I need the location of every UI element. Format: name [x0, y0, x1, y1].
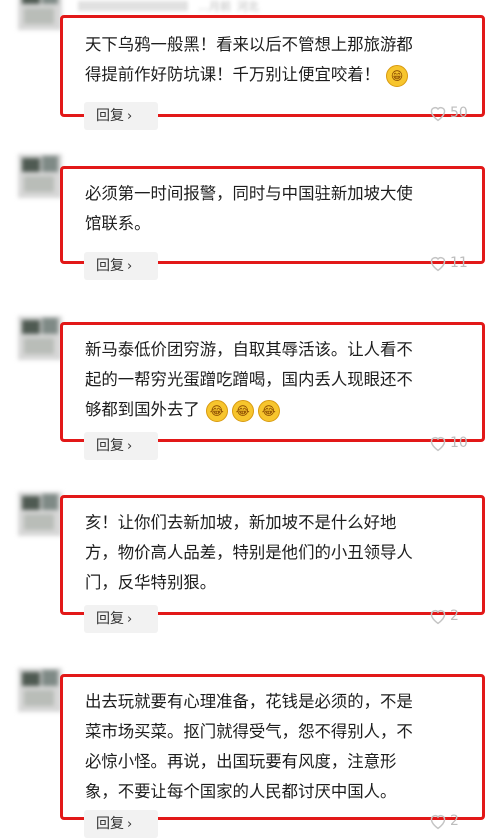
- location: 北京: [244, 330, 266, 343]
- highlighted-comment-box: 亥！让你们去新加坡，新加坡不是什么好地 方，物价高人品差，特别是他们的小丑领导人门…: [60, 495, 485, 615]
- timestamp: …小时前: [198, 506, 242, 519]
- comment-item: …小时前 江苏 出去玩就要有心理准备，花钱是必须的，不是 菜市场买菜。抠门就得受气，怨…: [0, 0, 499, 838]
- like-count: 10: [450, 435, 468, 451]
- like-button[interactable]: 2: [428, 607, 459, 629]
- comment-text-line: 门，反华特别狠。: [85, 573, 217, 592]
- comment-text-line: 菜市场买菜。抠门就得受气，怨不得别人，不: [85, 722, 413, 741]
- location: 江苏: [248, 682, 270, 695]
- chevron-right-icon: ›: [127, 259, 133, 274]
- comment-text-line: 方，物价高人品差，特别是他们的小丑领导人: [85, 543, 413, 562]
- reply-button[interactable]: 回复 ›: [84, 605, 158, 633]
- timestamp: …小时前: [198, 168, 242, 181]
- location: 北京: [248, 506, 270, 519]
- location: 广东: [248, 168, 270, 181]
- laugh-cry-emoji-icon: 😂: [257, 399, 280, 422]
- chevron-right-icon: ›: [127, 109, 133, 124]
- comment-item: …小时前 广东 必须第一时间报警，同时与中国驻新加坡大使 馆联系。 回复 › 11: [0, 0, 499, 833]
- username[interactable]: [78, 331, 188, 341]
- reply-label: 回复: [96, 108, 124, 124]
- like-button[interactable]: 2: [428, 812, 459, 834]
- reply-button[interactable]: 回复 ›: [84, 102, 158, 130]
- reply-label: 回复: [96, 816, 124, 832]
- comment-text: 新马泰低价团穷游，自取其辱活该。让人看不 起的一帮穷光蛋蹭吃蹭喝，国内丢人现眼还不…: [85, 335, 470, 425]
- reply-label: 回复: [96, 611, 124, 627]
- comment-text-line: 得提前作好防坑课！千万别让便宜咬着！: [85, 65, 381, 84]
- laugh-cry-emoji-icon: 😂: [205, 399, 228, 422]
- reply-label: 回复: [96, 258, 124, 274]
- heart-outline-icon: [430, 106, 446, 122]
- reply-button[interactable]: 回复 ›: [84, 432, 158, 460]
- location: 河北: [237, 0, 259, 13]
- timestamp: …小时前: [198, 682, 242, 695]
- comment-meta: …小时前 北京: [78, 504, 270, 519]
- heart-outline-icon: [430, 436, 446, 452]
- chevron-right-icon: ›: [127, 439, 133, 454]
- highlighted-comment-box: 出去玩就要有心理准备，花钱是必须的，不是 菜市场买菜。抠门就得受气，怨不得别人，不…: [60, 674, 485, 820]
- comment-text-line: 亥！让你们去新加坡，新加坡不是什么好地: [85, 513, 397, 532]
- comment-text-line: 新马泰低价团穷游，自取其辱活该。让人看不: [85, 340, 413, 359]
- reply-label: 回复: [96, 438, 124, 454]
- like-count: 2: [450, 608, 459, 624]
- comment-meta: …小时前 江苏: [78, 680, 270, 695]
- reply-button[interactable]: 回复 ›: [84, 252, 158, 280]
- avatar[interactable]: [18, 154, 62, 198]
- timestamp: 5小时前: [198, 330, 238, 343]
- username[interactable]: [78, 169, 188, 179]
- comment-text: 亥！让你们去新加坡，新加坡不是什么好地 方，物价高人品差，特别是他们的小丑领导人门…: [85, 508, 470, 598]
- comment-meta: …月前 河北: [78, 0, 259, 13]
- comment-text: 必须第一时间报警，同时与中国驻新加坡大使 馆联系。: [85, 179, 470, 239]
- like-button[interactable]: 50: [428, 104, 468, 126]
- chevron-right-icon: ›: [127, 612, 133, 627]
- comment-text-line: 够都到国外去了: [85, 400, 200, 419]
- highlighted-comment-box: 新马泰低价团穷游，自取其辱活该。让人看不 起的一帮穷光蛋蹭吃蹭喝，国内丢人现眼还不…: [60, 322, 485, 442]
- highlighted-comment-box: 必须第一时间报警，同时与中国驻新加坡大使 馆联系。: [60, 166, 485, 264]
- like-count: 50: [450, 105, 468, 121]
- comment-item: 5小时前 北京 新马泰低价团穷游，自取其辱活该。让人看不 起的一帮穷光蛋蹭吃蹭喝，国内…: [0, 0, 499, 833]
- like-count: 11: [450, 255, 468, 271]
- comment-item: …小时前 北京 亥！让你们去新加坡，新加坡不是什么好地 方，物价高人品差，特别是他们的…: [0, 0, 499, 833]
- like-button[interactable]: 10: [428, 434, 468, 456]
- comment-text-line: 出去玩就要有心理准备，花钱是必须的，不是: [85, 692, 413, 711]
- reply-button[interactable]: 回复 ›: [84, 810, 158, 838]
- avatar[interactable]: [18, 0, 62, 30]
- timestamp: …月前: [198, 0, 231, 13]
- comment-text-line: 起的一帮穷光蛋蹭吃蹭喝，国内丢人现眼还不: [85, 370, 413, 389]
- like-button[interactable]: 11: [428, 254, 468, 276]
- comment-text: 天下乌鸦一般黑！看来以后不管想上那旅游都 得提前作好防坑课！千万别让便宜咬着！ 😁: [85, 30, 470, 90]
- username[interactable]: [78, 683, 188, 693]
- comment-text-line: 馆联系。: [85, 214, 151, 233]
- comment-meta: …小时前 广东: [78, 166, 270, 181]
- heart-outline-icon: [430, 609, 446, 625]
- comment-item: …月前 河北天下乌鸦一般黑！看来以后不管想上那旅游都 得提前作好防坑课！千万别让便宜…: [0, 0, 499, 833]
- chevron-right-icon: ›: [127, 817, 133, 832]
- avatar[interactable]: [18, 316, 62, 360]
- like-count: 2: [450, 813, 459, 829]
- laugh-cry-emoji-icon: 😂: [231, 399, 254, 422]
- avatar[interactable]: [18, 668, 62, 712]
- comment-meta: 5小时前 北京: [78, 328, 266, 343]
- avatar[interactable]: [18, 492, 62, 536]
- comment-text-line: 天下乌鸦一般黑！看来以后不管想上那旅游都: [85, 35, 413, 54]
- heart-outline-icon: [430, 814, 446, 830]
- comment-text-line: 必须第一时间报警，同时与中国驻新加坡大使: [85, 184, 413, 203]
- username[interactable]: [78, 507, 188, 517]
- username[interactable]: [78, 1, 188, 11]
- heart-outline-icon: [430, 256, 446, 272]
- comment-text-line: 必惊小怪。再说，出国玩要有风度，注意形: [85, 752, 397, 771]
- grin-emoji-icon: 😁: [386, 64, 409, 87]
- comment-text: 出去玩就要有心理准备，花钱是必须的，不是 菜市场买菜。抠门就得受气，怨不得别人，不…: [85, 687, 470, 807]
- comment-text-line: 象，不要让每个国家的人民都讨厌中国人。: [85, 782, 397, 801]
